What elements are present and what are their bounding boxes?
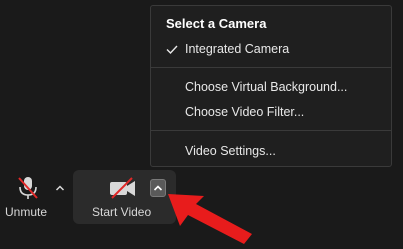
start-video-button[interactable]: Start Video bbox=[80, 170, 152, 224]
chevron-up-icon bbox=[52, 184, 68, 201]
menu-item-virtual-background[interactable]: Choose Virtual Background... bbox=[151, 76, 391, 98]
zoom-meeting-window: Select a Camera Integrated Camera Choose… bbox=[0, 0, 403, 249]
menu-divider bbox=[151, 67, 391, 68]
unmute-button[interactable]: Unmute bbox=[0, 170, 52, 224]
checkmark-icon bbox=[166, 38, 180, 60]
camera-menu: Select a Camera Integrated Camera Choose… bbox=[150, 5, 392, 167]
microphone-muted-icon bbox=[15, 175, 41, 206]
menu-item-label: Video Settings... bbox=[185, 144, 276, 158]
menu-header: Select a Camera bbox=[166, 16, 267, 31]
menu-item-label: Choose Video Filter... bbox=[185, 105, 305, 119]
menu-item-video-filter[interactable]: Choose Video Filter... bbox=[151, 101, 391, 123]
menu-item-label: Integrated Camera bbox=[185, 42, 290, 56]
start-video-label: Start Video bbox=[92, 205, 152, 219]
menu-item-integrated-camera[interactable]: Integrated Camera bbox=[151, 38, 391, 60]
audio-options-button[interactable] bbox=[52, 179, 68, 197]
video-camera-off-icon bbox=[108, 176, 138, 205]
menu-divider bbox=[151, 130, 391, 131]
menu-item-label: Choose Virtual Background... bbox=[185, 80, 348, 94]
unmute-label: Unmute bbox=[5, 205, 48, 219]
menu-item-video-settings[interactable]: Video Settings... bbox=[151, 140, 391, 162]
red-arrow-icon bbox=[160, 182, 260, 249]
